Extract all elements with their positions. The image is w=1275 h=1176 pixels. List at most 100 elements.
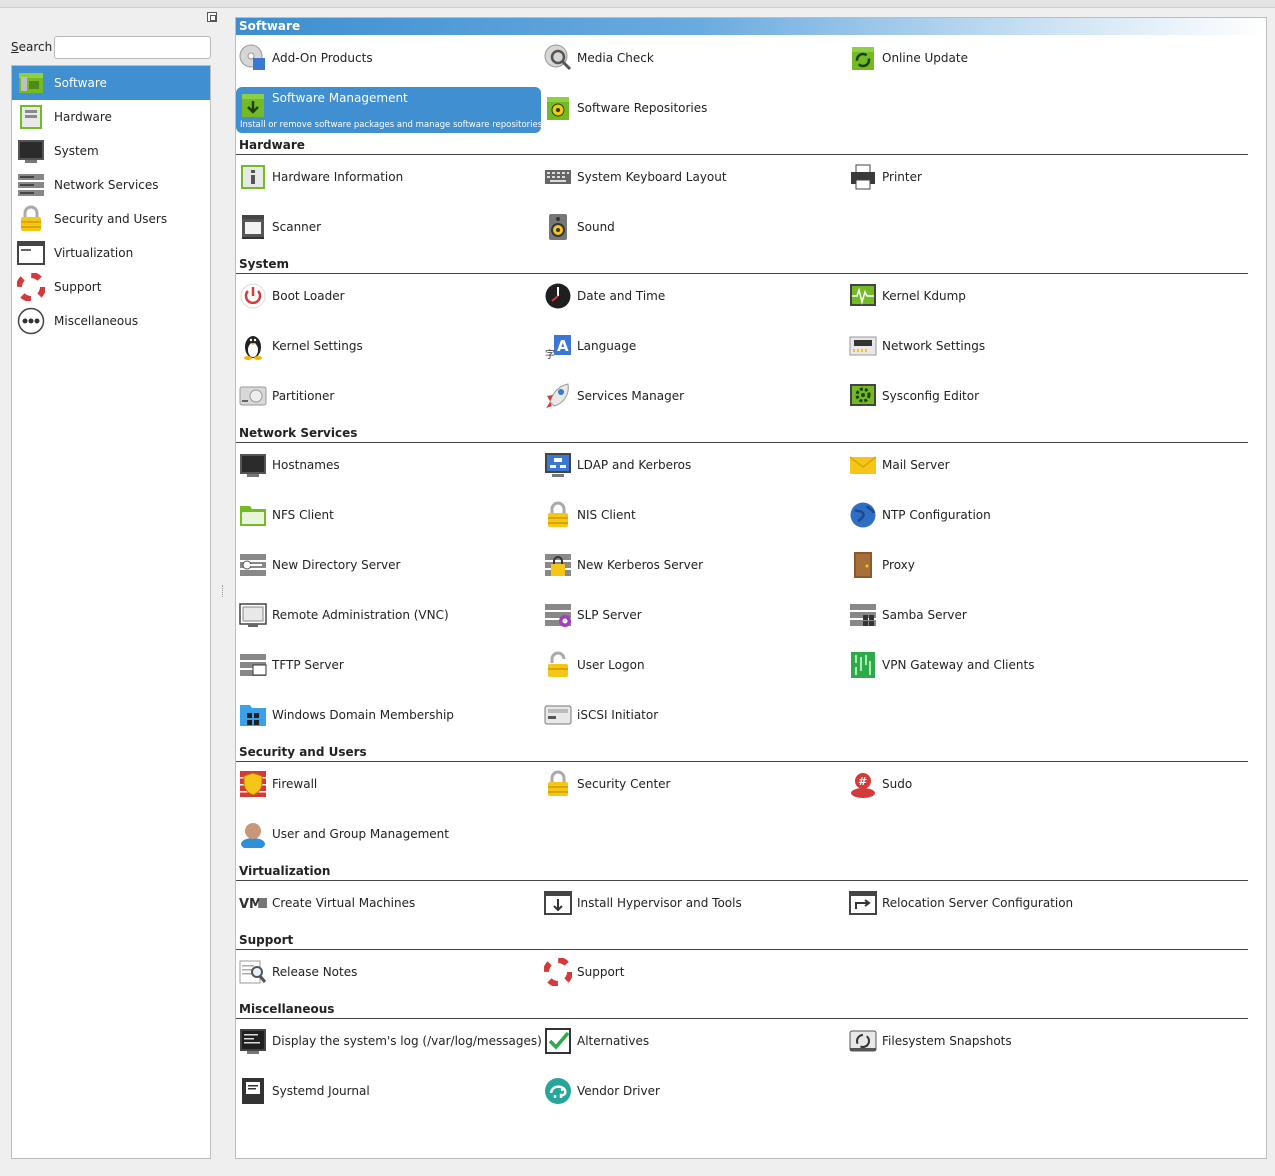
panel-splitter-handle[interactable] bbox=[222, 585, 225, 597]
module-hostnames[interactable]: Hostnames bbox=[236, 442, 536, 488]
search-label-accelerator: S bbox=[11, 40, 19, 54]
module-date-and-time[interactable]: Date and Time bbox=[541, 273, 841, 319]
module-sysconfig-editor[interactable]: Sysconfig Editor bbox=[846, 373, 1146, 419]
journal-book-icon bbox=[239, 1077, 267, 1105]
module-filesystem-snapshots[interactable]: Filesystem Snapshots bbox=[846, 1018, 1146, 1064]
padlock-icon bbox=[544, 770, 572, 798]
module-proxy[interactable]: Proxy bbox=[846, 542, 1146, 588]
module-new-kerberos-server[interactable]: New Kerberos Server bbox=[541, 542, 841, 588]
sidebar-item-miscellaneous[interactable]: Miscellaneous bbox=[12, 304, 210, 338]
module-iscsi-initiator[interactable]: iSCSI Initiator bbox=[541, 692, 841, 738]
svg-text:VM: VM bbox=[239, 897, 262, 912]
module-network-settings[interactable]: Network Settings bbox=[846, 323, 1146, 369]
module-label: Alternatives bbox=[577, 1034, 650, 1048]
sidebar-item-support[interactable]: Support bbox=[12, 270, 210, 304]
module-sound[interactable]: Sound bbox=[541, 204, 841, 250]
module-user-logon[interactable]: User Logon bbox=[541, 642, 841, 688]
cd-puzzle-icon bbox=[239, 44, 267, 72]
module-scanner[interactable]: Scanner bbox=[236, 204, 536, 250]
sidebar-item-label: Hardware bbox=[54, 110, 112, 124]
box-refresh-icon bbox=[849, 44, 877, 72]
module-label: Boot Loader bbox=[272, 289, 345, 303]
module-release-notes[interactable]: Release Notes bbox=[236, 949, 536, 995]
globe-icon bbox=[849, 501, 877, 529]
category-header-software: Software bbox=[236, 18, 1266, 35]
module-add-on-products[interactable]: Add-On Products bbox=[236, 35, 536, 81]
module-printer[interactable]: Printer bbox=[846, 154, 1146, 200]
module-media-check[interactable]: Media Check bbox=[541, 35, 841, 81]
module-software-repositories[interactable]: Software Repositories bbox=[541, 85, 841, 131]
module-label: Samba Server bbox=[882, 608, 967, 622]
module-systemd-journal[interactable]: Systemd Journal bbox=[236, 1068, 536, 1114]
envelope-icon bbox=[849, 451, 877, 479]
module-boot-loader[interactable]: Boot Loader bbox=[236, 273, 536, 319]
module-vendor-driver[interactable]: Vendor Driver bbox=[541, 1068, 841, 1114]
module-label: New Kerberos Server bbox=[577, 558, 704, 572]
sidebar-item-hardware[interactable]: Hardware bbox=[12, 100, 210, 134]
sidebar-item-network-services[interactable]: Network Services bbox=[12, 168, 210, 202]
module-label: Network Settings bbox=[882, 339, 986, 353]
module-online-update[interactable]: Online Update bbox=[846, 35, 1146, 81]
module-slp-server[interactable]: SLP Server bbox=[541, 592, 841, 638]
category-title: Miscellaneous bbox=[239, 1002, 335, 1016]
module-label: Hostnames bbox=[272, 458, 340, 472]
sidebar-item-virtualization[interactable]: Virtualization bbox=[12, 236, 210, 270]
module-install-hypervisor-and-tools[interactable]: Install Hypervisor and Tools bbox=[541, 880, 841, 926]
category-title: Software bbox=[239, 19, 301, 33]
module-create-virtual-machines[interactable]: VM Create Virtual Machines bbox=[236, 880, 536, 926]
module-windows-domain-membership[interactable]: Windows Domain Membership bbox=[236, 692, 536, 738]
module-label: Language bbox=[577, 339, 637, 353]
module-samba-server[interactable]: Samba Server bbox=[846, 592, 1146, 638]
module-label: User and Group Management bbox=[272, 827, 449, 841]
sidebar-item-security-and-users[interactable]: Security and Users bbox=[12, 202, 210, 236]
module-vpn-gateway-and-clients[interactable]: VPN Gateway and Clients bbox=[846, 642, 1146, 688]
module-nfs-client[interactable]: NFS Client bbox=[236, 492, 536, 538]
power-icon bbox=[239, 282, 267, 310]
module-ldap-and-kerberos[interactable]: LDAP and Kerberos bbox=[541, 442, 841, 488]
sidebar-item-system[interactable]: System bbox=[12, 134, 210, 168]
category-title: Hardware bbox=[239, 138, 305, 152]
module-new-directory-server[interactable]: New Directory Server bbox=[236, 542, 536, 588]
module-security-center[interactable]: Security Center bbox=[541, 761, 841, 807]
remote-monitor-icon bbox=[239, 601, 267, 629]
module-tftp-server[interactable]: TFTP Server bbox=[236, 642, 536, 688]
module-label: Software Management bbox=[272, 91, 408, 105]
module-services-manager[interactable]: Services Manager bbox=[541, 373, 841, 419]
category-title: Security and Users bbox=[239, 745, 367, 759]
module-software-management[interactable]: Software Management Install or remove sof… bbox=[236, 87, 542, 133]
module-partitioner[interactable]: Partitioner bbox=[236, 373, 536, 419]
module-label: System Keyboard Layout bbox=[577, 170, 727, 184]
module-mail-server[interactable]: Mail Server bbox=[846, 442, 1146, 488]
module-label: Create Virtual Machines bbox=[272, 896, 416, 910]
module-remote-administration-vnc[interactable]: Remote Administration (VNC) bbox=[236, 592, 536, 638]
module-kernel-kdump[interactable]: Kernel Kdump bbox=[846, 273, 1146, 319]
box-download-icon bbox=[239, 91, 267, 119]
box-cd-icon bbox=[544, 94, 572, 122]
module-hardware-information[interactable]: Hardware Information bbox=[236, 154, 536, 200]
search-label-rest: earch bbox=[18, 40, 53, 54]
module-nis-client[interactable]: NIS Client bbox=[541, 492, 841, 538]
detach-panel-icon[interactable] bbox=[207, 12, 217, 22]
module-system-keyboard-layout[interactable]: System Keyboard Layout bbox=[541, 154, 841, 200]
module-alternatives[interactable]: Alternatives bbox=[541, 1018, 841, 1064]
user-avatar-icon bbox=[239, 820, 267, 848]
circuit-board-icon bbox=[849, 651, 877, 679]
module-user-and-group-management[interactable]: User and Group Management bbox=[236, 811, 536, 857]
module-firewall[interactable]: Firewall bbox=[236, 761, 536, 807]
category-title: Virtualization bbox=[239, 864, 331, 878]
vm-logo-icon: VM bbox=[239, 889, 267, 917]
module-language[interactable]: A 字 Language bbox=[541, 323, 841, 369]
module-display-the-system-s-log-var-log-messages[interactable]: Display the system's log (/var/log/messa… bbox=[236, 1018, 542, 1064]
module-sudo[interactable]: # Sudo bbox=[846, 761, 1146, 807]
sidebar-item-label: Software bbox=[54, 76, 107, 90]
module-relocation-server-configuration[interactable]: Relocation Server Configuration bbox=[846, 880, 1146, 926]
gear-monitor-icon bbox=[849, 382, 877, 410]
module-kernel-settings[interactable]: Kernel Settings bbox=[236, 323, 536, 369]
module-label: Support bbox=[577, 965, 625, 979]
search-input[interactable] bbox=[54, 36, 211, 59]
sidebar-item-software[interactable]: Software bbox=[12, 66, 210, 100]
category-header-hardware: Hardware bbox=[236, 137, 1266, 155]
server-rack-icon bbox=[17, 171, 45, 199]
module-support[interactable]: Support bbox=[541, 949, 841, 995]
module-ntp-configuration[interactable]: NTP Configuration bbox=[846, 492, 1146, 538]
